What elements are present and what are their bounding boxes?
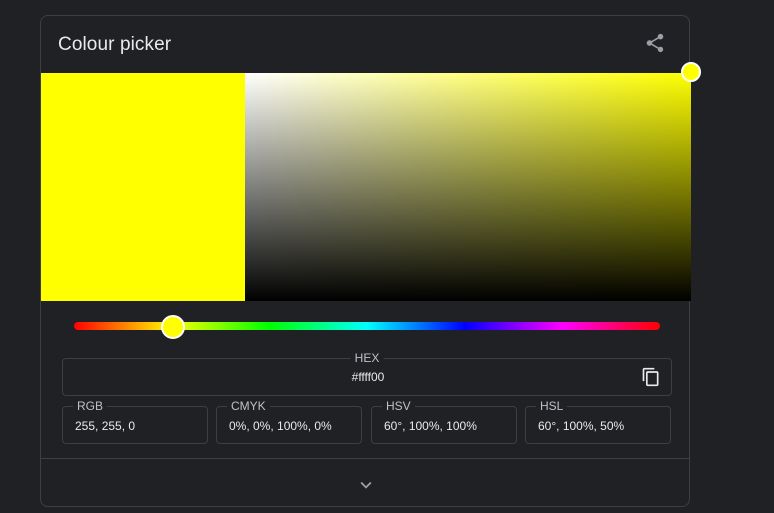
colour-picker-title: Colour picker [58,34,172,55]
hsl-input[interactable] [538,419,664,433]
hex-input[interactable] [63,370,673,384]
hsv-label: HSV [382,398,415,414]
hex-label: HEX [350,350,384,366]
hsl-label: HSL [536,398,568,414]
cmyk-input[interactable] [229,419,355,433]
hsl-field: HSL [525,398,671,444]
share-button[interactable] [644,32,666,54]
rgb-input[interactable] [75,419,201,433]
hue-slider-handle[interactable] [161,315,185,339]
hsv-field: HSV [371,398,517,444]
copy-icon [642,367,659,387]
cmyk-field: CMYK [216,398,362,444]
hex-field: HEX [62,350,673,396]
chevron-down-icon [360,481,372,489]
saturation-value-area[interactable] [245,73,691,301]
copy-button[interactable] [641,367,661,387]
share-icon [646,33,664,53]
hsv-input[interactable] [384,419,510,433]
rgb-field: RGB [62,398,208,444]
saturation-value-handle[interactable] [681,62,701,82]
colour-picker-card: Colour picker HEX RGB CMYK HSV HSL [40,15,701,507]
rgb-label: RGB [73,398,108,414]
cmyk-label: CMYK [227,398,270,414]
colour-preview-swatch [41,73,245,301]
divider [41,458,689,459]
expand-button[interactable] [355,474,377,496]
